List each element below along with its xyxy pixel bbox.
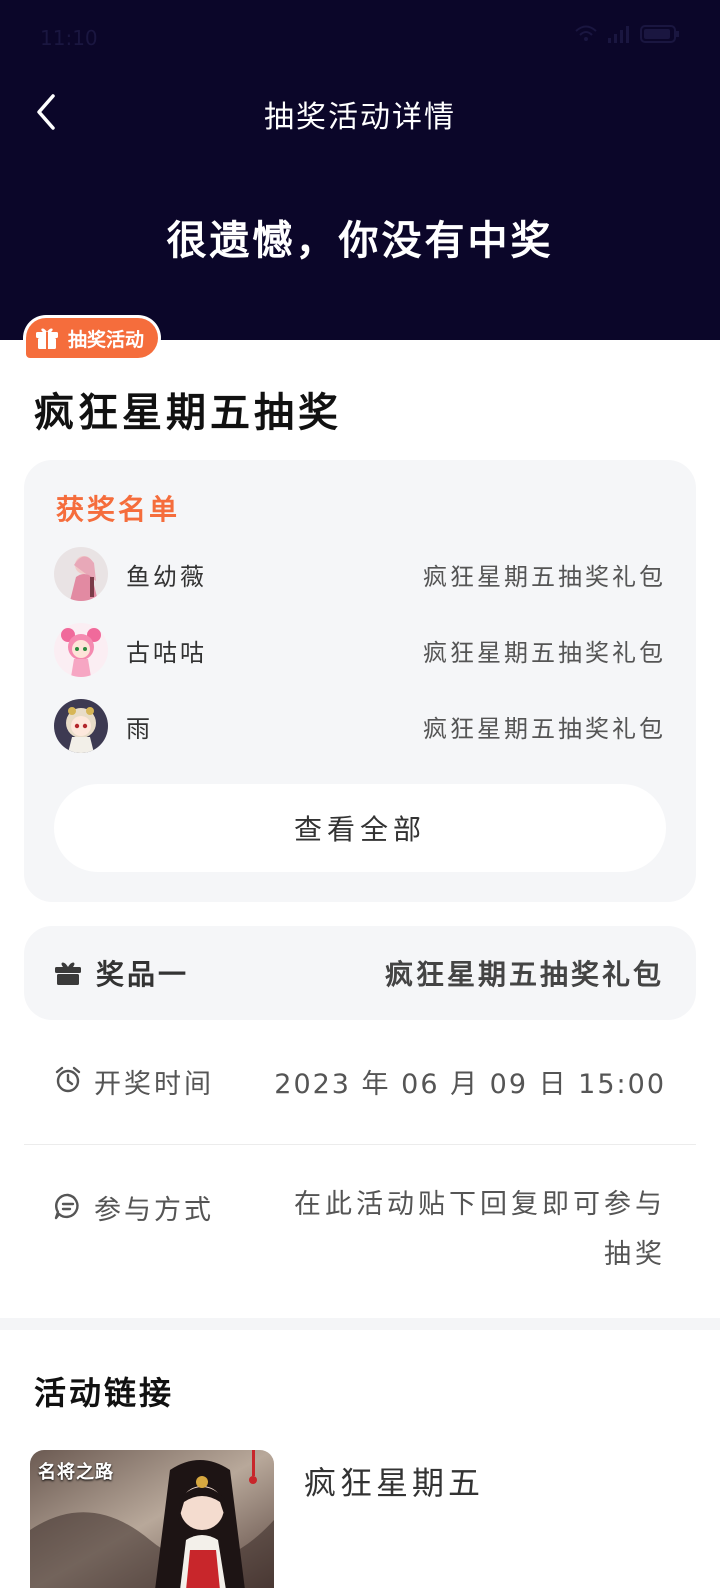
wifi-icon	[574, 24, 598, 49]
message-icon	[54, 1193, 79, 1220]
activity-link-card[interactable]: 名将之路 疯狂星期五	[30, 1450, 690, 1588]
status-bar: 11:10	[0, 0, 720, 70]
winners-title: 获奖名单	[56, 493, 181, 526]
activity-link-title: 疯狂星期五	[304, 1464, 485, 1502]
view-all-button[interactable]: 查看全部	[54, 784, 666, 872]
prize-value: 疯狂星期五抽奖礼包	[384, 958, 664, 991]
activity-title: 疯狂星期五抽奖	[34, 390, 342, 436]
gift-icon	[36, 328, 58, 349]
draw-time-row: 开奖时间 2023 年 06 月 09 日 15:00	[54, 1062, 666, 1101]
winners-card: 获奖名单 鱼幼薇 疯狂星期五抽奖礼包 古咕咕 疯狂星期五抽奖礼包 雨 疯狂星期五…	[24, 460, 696, 902]
activity-link-thumbnail: 名将之路	[30, 1450, 274, 1588]
status-time: 11:10	[40, 26, 98, 50]
winner-prize: 疯狂星期五抽奖礼包	[423, 714, 666, 743]
divider	[24, 1144, 696, 1145]
winner-prize: 疯狂星期五抽奖礼包	[423, 638, 666, 667]
participation-row: 参与方式 在此活动贴下回复即可参与抽奖	[54, 1188, 666, 1280]
winner-name: 雨	[126, 714, 153, 743]
gift-icon	[55, 962, 81, 985]
winner-name: 鱼幼薇	[126, 562, 207, 591]
avatar	[54, 699, 108, 753]
prize-card: 奖品一 疯狂星期五抽奖礼包	[24, 926, 696, 1020]
activity-type-badge: 抽奖活动	[26, 318, 159, 358]
page-header-title: 抽奖活动详情	[264, 100, 456, 135]
avatar	[54, 623, 108, 677]
avatar	[54, 547, 108, 601]
winner-row[interactable]: 古咕咕 疯狂星期五抽奖礼包	[54, 622, 666, 678]
signal-icon	[606, 24, 632, 49]
winner-row[interactable]: 鱼幼薇 疯狂星期五抽奖礼包	[54, 546, 666, 602]
header: 11:10 抽奖活动详情 很遗憾，你没有中奖	[0, 0, 720, 340]
activity-links-title: 活动链接	[34, 1374, 175, 1412]
winner-name: 古咕咕	[126, 638, 207, 667]
participation-value: 在此活动贴下回复即可参与抽奖	[294, 1189, 666, 1270]
status-icons	[574, 24, 680, 49]
thumbnail-caption: 名将之路	[38, 1462, 114, 1483]
participation-label: 参与方式	[94, 1195, 214, 1226]
draw-time-label: 开奖时间	[94, 1069, 214, 1100]
alarm-clock-icon	[55, 1066, 81, 1093]
section-divider	[0, 1318, 720, 1330]
prize-label: 奖品一	[96, 958, 190, 991]
winner-row[interactable]: 雨 疯狂星期五抽奖礼包	[54, 698, 666, 754]
badge-label: 抽奖活动	[68, 328, 145, 351]
battery-icon	[640, 24, 680, 49]
lottery-result-text: 很遗憾，你没有中奖	[166, 218, 554, 264]
draw-time-value: 2023 年 06 月 09 日 15:00	[274, 1069, 666, 1100]
winner-prize: 疯狂星期五抽奖礼包	[423, 562, 666, 591]
